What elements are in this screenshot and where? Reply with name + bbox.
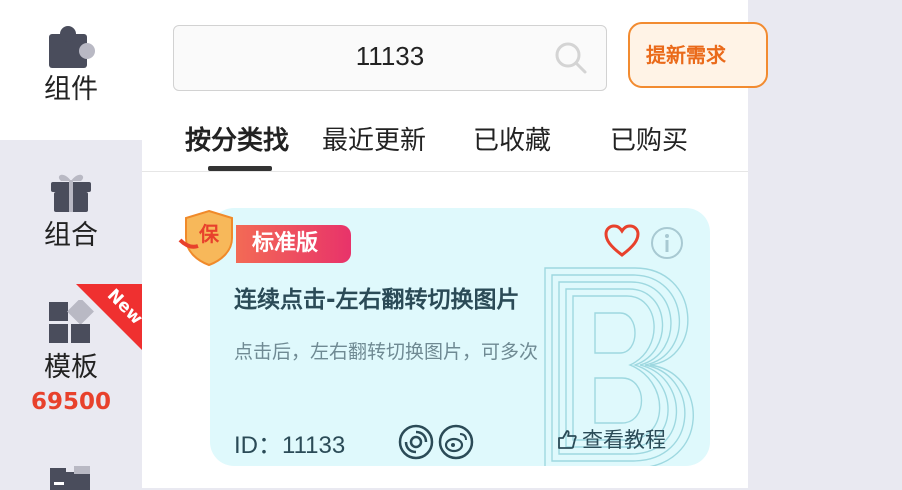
tab-favorites[interactable]: 已收藏 [473, 120, 551, 157]
svg-text:保: 保 [198, 222, 220, 246]
guarantee-shield-icon: 保 [178, 209, 233, 267]
tab-by-category[interactable]: 按分类找 [185, 120, 289, 157]
card-id: ID：11133 [234, 432, 346, 459]
heart-icon[interactable] [604, 224, 640, 258]
pointing-hand-icon [558, 430, 577, 449]
sidebar: 组件 组合 模板 69500 New [0, 0, 142, 490]
card-title: 连续点击-左右翻转切换图片 [234, 287, 520, 313]
tab-purchased[interactable]: 已购买 [610, 120, 688, 157]
search-icon[interactable] [554, 41, 588, 75]
info-icon[interactable] [650, 226, 684, 260]
new-demand-button[interactable]: 提新需求 [628, 22, 768, 88]
weibo-icon[interactable] [438, 424, 474, 460]
new-ribbon: New [76, 284, 142, 350]
sidebar-item-label: 模板 [44, 352, 98, 383]
template-count: 69500 [30, 389, 112, 415]
tabs-divider [142, 171, 748, 172]
search-input[interactable]: 11133 [173, 25, 607, 91]
sidebar-item-label: 组件 [44, 74, 98, 105]
sidebar-item-label: 组合 [44, 220, 98, 251]
folder-icon [50, 466, 90, 490]
gift-icon [51, 174, 91, 212]
sidebar-item-components[interactable]: 组件 [0, 0, 142, 140]
edition-badge: 标准版 [236, 225, 351, 263]
view-tutorial-link[interactable]: 查看教程 [556, 424, 666, 454]
card-description: 点击后，左右翻转切换图片，可多次 [234, 341, 539, 363]
right-gutter [748, 0, 902, 488]
share-circle-icon[interactable] [398, 424, 434, 460]
search-value: 11133 [355, 41, 425, 71]
puzzle-icon [49, 26, 95, 68]
tab-recent[interactable]: 最近更新 [322, 120, 426, 157]
sidebar-item-combos[interactable]: 组合 [0, 168, 142, 268]
tutorial-label: 查看教程 [582, 428, 666, 452]
